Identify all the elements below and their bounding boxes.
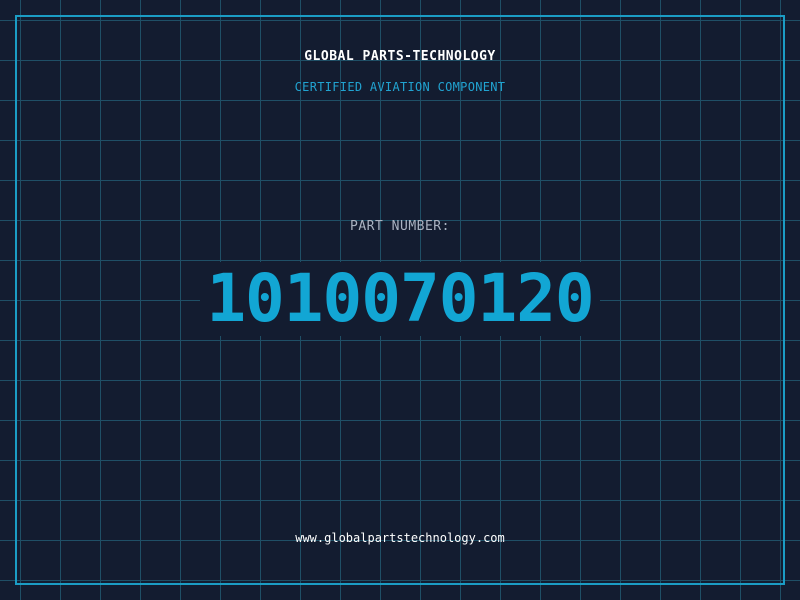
part-number-container: 1010070120: [0, 262, 800, 336]
website-url: www.globalpartstechnology.com: [295, 531, 505, 545]
label-card: GLOBAL PARTS-TECHNOLOGY CERTIFIED AVIATI…: [0, 0, 800, 600]
part-number-label: PART NUMBER:: [350, 219, 450, 234]
part-number-value: 1010070120: [200, 262, 600, 336]
certification-subtitle: CERTIFIED AVIATION COMPONENT: [294, 80, 506, 94]
company-name: GLOBAL PARTS-TECHNOLOGY: [304, 49, 496, 64]
